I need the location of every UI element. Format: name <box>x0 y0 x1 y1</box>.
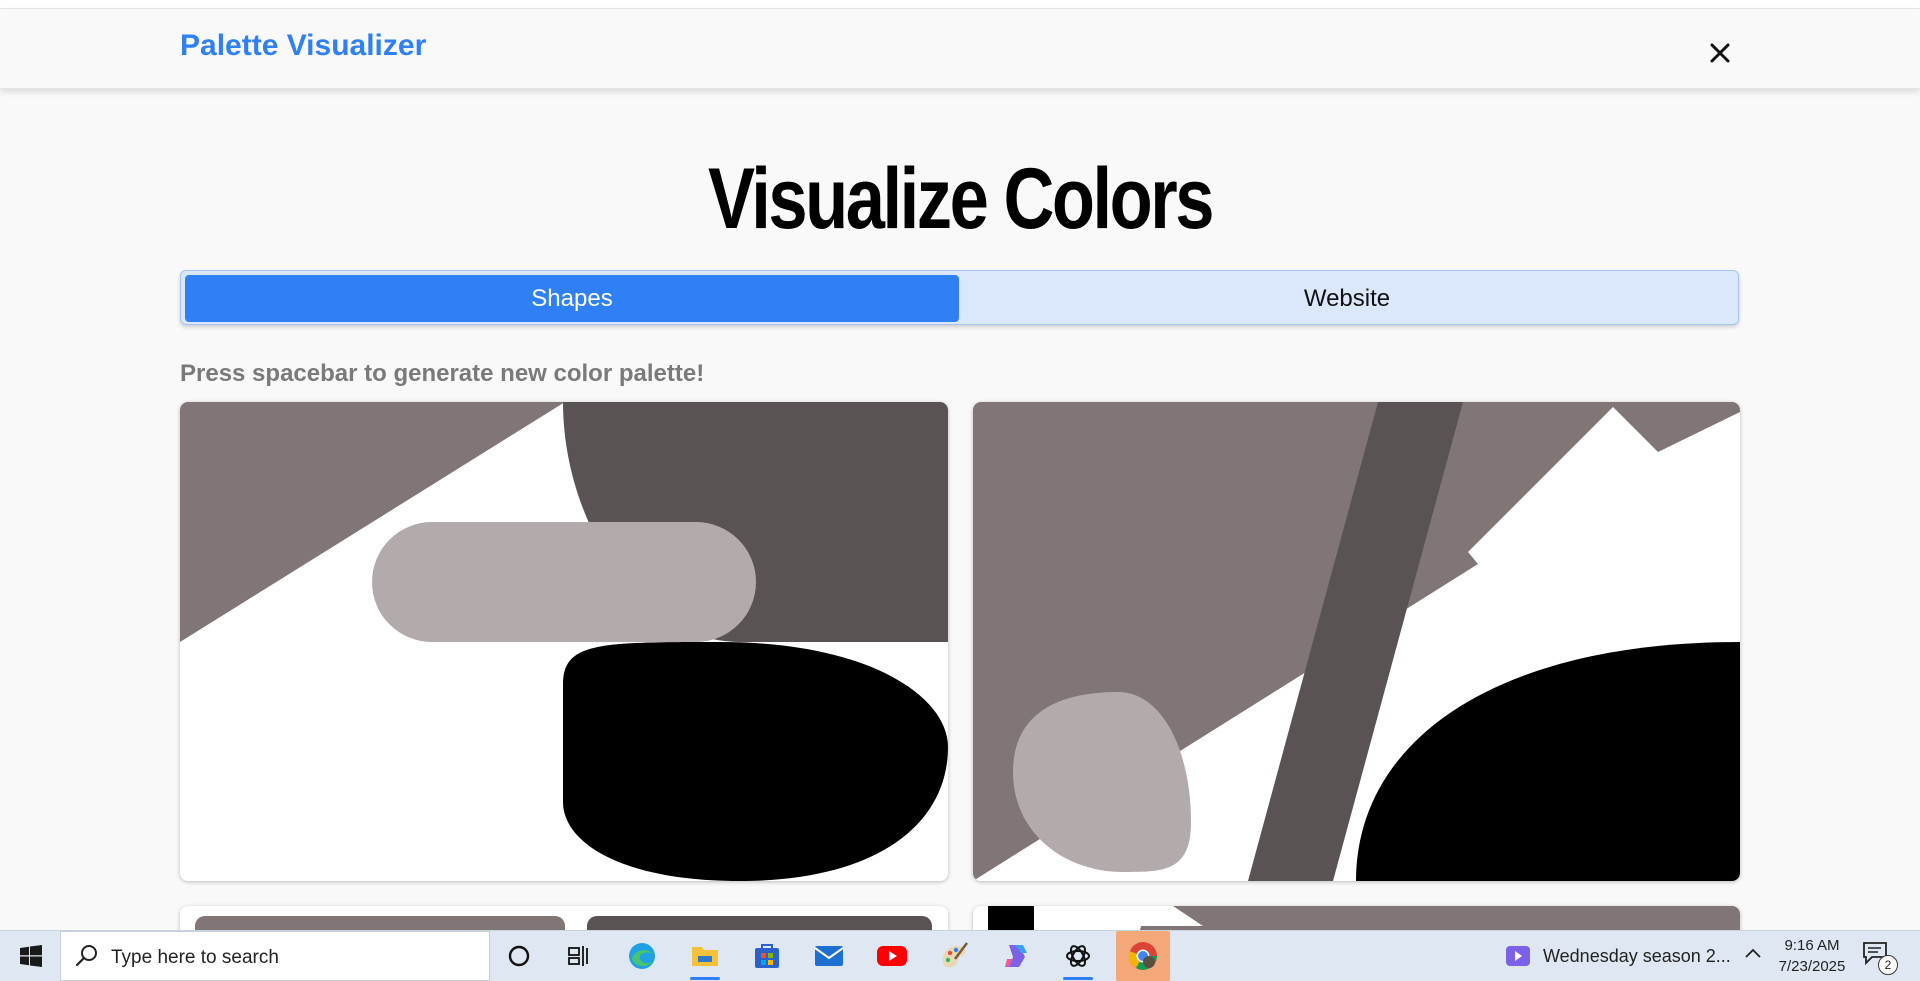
cortana-icon <box>508 945 530 967</box>
edge-button[interactable] <box>619 936 665 976</box>
tab-shapes[interactable]: Shapes <box>185 275 959 322</box>
cortana-button[interactable] <box>496 936 542 976</box>
copilot-button[interactable] <box>993 936 1039 976</box>
start-button[interactable] <box>10 939 52 973</box>
shape-composition-1 <box>180 402 948 881</box>
task-view-icon <box>568 946 588 966</box>
pill-shape <box>372 522 756 642</box>
chevron-up-icon <box>1745 948 1761 958</box>
chatgpt-icon <box>1066 945 1090 967</box>
search-input[interactable] <box>109 942 473 974</box>
youtube-icon <box>877 946 907 966</box>
windows-logo-icon <box>20 945 42 967</box>
app-header: Palette Visualizer <box>0 9 1920 89</box>
mail-button[interactable] <box>806 936 852 976</box>
file-explorer-button[interactable] <box>682 936 728 980</box>
paint-icon <box>942 942 968 968</box>
copilot-icon <box>1005 945 1027 967</box>
file-explorer-icon <box>692 947 718 966</box>
action-center-button[interactable]: 2 <box>1862 941 1902 975</box>
search-icon <box>75 945 97 967</box>
store-icon <box>755 944 779 968</box>
close-button[interactable] <box>1700 33 1740 73</box>
spacebar-hint: Press spacebar to generate new color pal… <box>180 360 705 387</box>
chrome-button[interactable] <box>1116 931 1170 981</box>
mail-icon <box>814 946 844 966</box>
view-tabs: Shapes Website <box>180 270 1739 325</box>
youtube-button[interactable] <box>869 936 915 976</box>
shape-preview-card-2 <box>973 402 1740 881</box>
notification-count-badge: 2 <box>1878 955 1898 975</box>
clock-time: 9:16 AM <box>1784 937 1840 954</box>
meet-notification[interactable]: Wednesday season 2... <box>1505 939 1731 973</box>
task-view-button[interactable] <box>556 936 602 976</box>
page-title: Visualize Colors <box>707 151 1215 247</box>
blob-shape <box>563 642 948 881</box>
shape-preview-card-1 <box>180 402 948 881</box>
edge-icon <box>629 943 655 969</box>
window-top-strip <box>0 0 1920 9</box>
close-icon <box>1710 43 1730 63</box>
show-hidden-icons-button[interactable] <box>1743 944 1763 969</box>
video-call-icon <box>1506 946 1530 966</box>
store-button[interactable] <box>744 936 790 976</box>
chrome-icon <box>1128 942 1157 970</box>
system-clock[interactable]: 9:16 AM 7/23/2025 <box>1772 935 1852 977</box>
windows-taskbar: Wednesday season 2... 9:16 AM 7/23/2025 … <box>0 930 1920 981</box>
clock-date: 7/23/2025 <box>1778 958 1846 975</box>
shape-composition-2 <box>973 402 1740 881</box>
paint-button[interactable] <box>931 936 977 976</box>
tab-website[interactable]: Website <box>960 275 1734 322</box>
taskbar-search[interactable] <box>60 931 490 981</box>
chatgpt-button[interactable] <box>1055 936 1101 980</box>
brand-logo-link[interactable]: Palette Visualizer <box>180 29 426 63</box>
notification-text: Wednesday season 2... <box>1543 945 1731 966</box>
